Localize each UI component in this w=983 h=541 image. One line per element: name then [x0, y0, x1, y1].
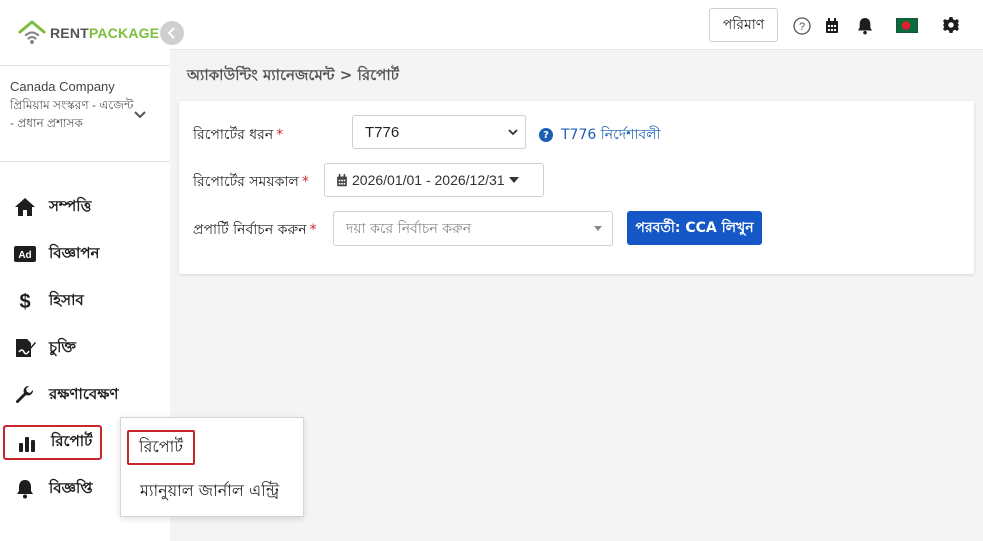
report-form-card: রিপোর্টের ধরন * T776 ? T776 নির্দেশাবলী র…: [179, 101, 974, 274]
chevron-left-icon: [167, 27, 175, 39]
sidebar-item-contracts[interactable]: চুক্তি: [12, 332, 162, 364]
sidebar-item-accounts[interactable]: $ হিসাব: [12, 285, 162, 317]
t776-help-link[interactable]: ? T776 নির্দেশাবলী: [539, 123, 661, 147]
calendar-icon[interactable]: [822, 16, 842, 36]
sidebar-item-label: হিসাব: [49, 290, 84, 309]
question-circle-icon: ?: [539, 128, 553, 142]
reports-flyout-menu: রিপোর্ট ম্যানুয়াল জার্নাল এন্ট্রি: [120, 417, 304, 517]
calendar-icon: [337, 173, 347, 186]
next-enter-cca-button[interactable]: পরবর্তী: CCA লিখুন: [627, 211, 762, 245]
report-type-select[interactable]: T776: [352, 115, 526, 149]
contract-icon: [12, 337, 38, 359]
sidebar-item-label: বিজ্ঞাপন: [49, 243, 100, 262]
top-bar: পরিমাণ ?: [170, 0, 983, 50]
property-select-placeholder: দয়া করে নির্বাচন করুন: [346, 220, 472, 237]
rentpackage-logo[interactable]: RENTPACKAGE: [18, 18, 159, 48]
sidebar-item-ads[interactable]: Ad বিজ্ঞাপন: [12, 238, 162, 270]
breadcrumb: অ্যাকাউন্টিং ম্যানেজমেন্ট > রিপোর্ট: [187, 66, 399, 84]
sidebar-item-maintenance[interactable]: রক্ষণাবেক্ষণ: [12, 379, 162, 411]
gear-icon[interactable]: [941, 15, 961, 35]
sidebar-item-label: বিজ্ঞপ্তি: [49, 478, 93, 497]
caret-down-icon: [508, 177, 519, 183]
flyout-item-manual-journal-entry[interactable]: ম্যানুয়াল জার্নাল এন্ট্রি: [140, 478, 279, 505]
report-type-value: T776: [365, 123, 400, 141]
svg-text:Ad: Ad: [18, 250, 31, 261]
report-period-label: রিপোর্টের সময়কাল *: [193, 174, 309, 190]
company-name: Canada Company: [10, 79, 115, 94]
dollar-icon: $: [12, 290, 38, 312]
measure-button[interactable]: পরিমাণ: [709, 8, 778, 42]
help-icon[interactable]: ?: [792, 16, 812, 36]
property-select[interactable]: দয়া করে নির্বাচন করুন: [333, 211, 613, 246]
svg-text:?: ?: [799, 21, 805, 33]
svg-text:$: $: [19, 291, 30, 312]
sidebar-item-label: রিপোর্ট: [51, 432, 93, 450]
company-switcher[interactable]: Canada Company প্রিমিয়াম সংস্করণ - এজেন…: [10, 78, 135, 132]
bangladesh-flag-icon[interactable]: [896, 17, 918, 33]
collapse-sidebar-button[interactable]: [160, 21, 184, 45]
sidebar-item-label: সম্পত্তি: [49, 196, 92, 215]
flyout-item-reports[interactable]: রিপোর্ট: [127, 430, 196, 465]
company-plan: প্রিমিয়াম সংস্করণ - এজেন্ট - প্রধান প্র…: [10, 98, 134, 130]
wifi-house-logo-icon: [18, 20, 46, 44]
help-link-label: T776 নির্দেশাবলী: [561, 127, 661, 143]
bell-icon[interactable]: [855, 16, 875, 36]
sidebar-item-properties[interactable]: সম্পত্তি: [12, 191, 162, 223]
wrench-icon: [12, 384, 38, 406]
report-period-value: 2026/01/01 - 2026/12/31: [352, 172, 505, 188]
bell-icon: [12, 478, 38, 500]
chevron-down-icon[interactable]: [133, 110, 147, 120]
sidebar-divider: [0, 65, 170, 66]
home-icon: [12, 196, 38, 218]
sidebar-item-label: চুক্তি: [49, 337, 76, 356]
sidebar-item-reports[interactable]: রিপোর্ট: [3, 425, 102, 460]
ad-icon: Ad: [12, 243, 38, 265]
logo-text: RENTPACKAGE: [50, 25, 160, 41]
caret-down-icon: [594, 226, 602, 231]
bar-chart-icon: [14, 432, 40, 454]
chevron-down-icon: [508, 129, 518, 136]
sidebar-divider: [0, 161, 170, 162]
report-period-picker[interactable]: 2026/01/01 - 2026/12/31: [324, 163, 544, 197]
sidebar-item-label: রক্ষণাবেক্ষণ: [49, 384, 119, 403]
property-select-label: প্রপার্টি নির্বাচন করুন *: [193, 222, 317, 238]
report-type-label: রিপোর্টের ধরন *: [193, 127, 284, 143]
